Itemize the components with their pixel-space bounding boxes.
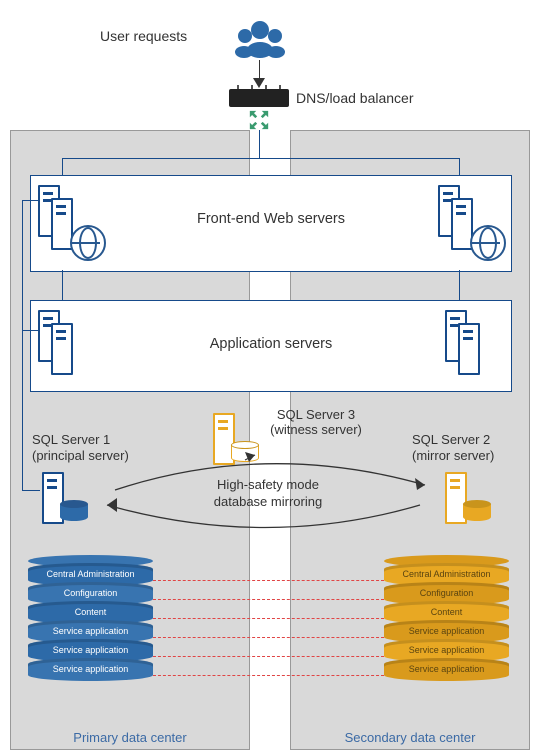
connector <box>22 330 40 331</box>
replication-line <box>153 656 384 657</box>
primary-dc-label: Primary data center <box>11 730 249 745</box>
user-requests-label: User requests <box>100 28 187 44</box>
dns-lb-label: DNS/load balancer <box>296 90 414 106</box>
router-icon <box>229 89 289 107</box>
app-tier-box: Application servers <box>30 300 512 392</box>
connector <box>22 490 40 491</box>
replication-line <box>153 599 384 600</box>
connector <box>62 158 460 159</box>
arrow-down-icon <box>253 78 265 88</box>
replication-line <box>153 675 384 676</box>
replication-line <box>153 618 384 619</box>
db-stack-secondary: Central Administration Configuration Con… <box>384 555 509 681</box>
mirroring-l1: High-safety mode <box>183 477 353 492</box>
db-layer: Service application <box>384 658 509 681</box>
db-stack-primary: Central Administration Configuration Con… <box>28 555 153 681</box>
diagram-container: User requests DNS/load balancer Primary … <box>0 0 539 755</box>
db-layer: Service application <box>28 658 153 681</box>
sql3-title: SQL Server 3 <box>256 407 376 422</box>
replication-line <box>153 580 384 581</box>
sql3-sub: (witness server) <box>256 422 376 437</box>
replication-line <box>153 637 384 638</box>
connector <box>22 200 23 490</box>
mirroring-l2: database mirroring <box>183 494 353 509</box>
secondary-dc-label: Secondary data center <box>291 730 529 745</box>
expand-arrows-icon <box>248 109 270 131</box>
users-icon <box>232 18 288 60</box>
app-tier-label: Application servers <box>31 336 511 352</box>
connector <box>22 200 40 201</box>
sql1-title: SQL Server 1 <box>32 432 110 447</box>
sql2-title: SQL Server 2 <box>412 432 490 447</box>
connector <box>259 130 260 158</box>
